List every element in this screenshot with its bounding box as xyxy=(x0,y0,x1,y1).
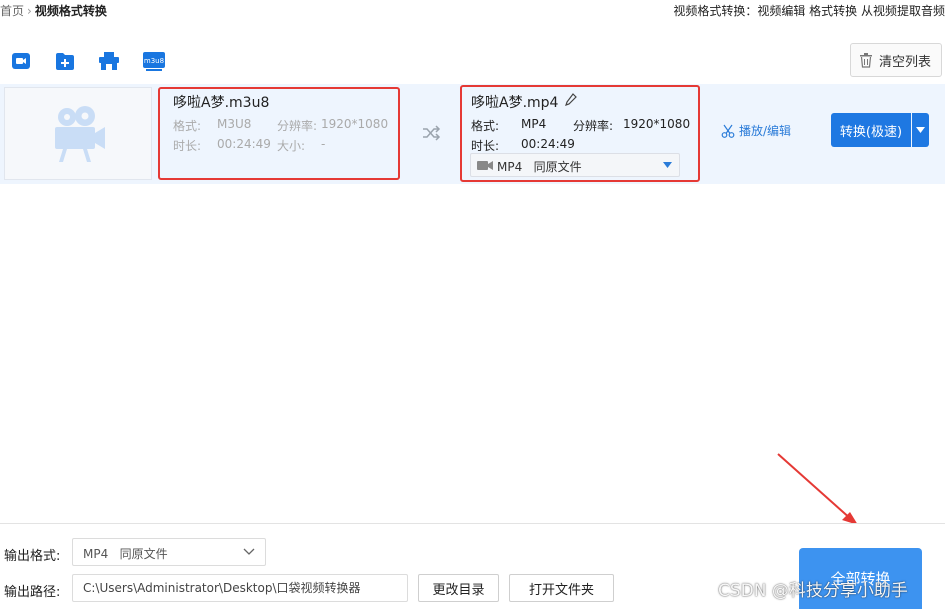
watermark: CSDN @科技分享小助手 xyxy=(718,581,908,601)
breadcrumb: 首页 › 视频格式转换 xyxy=(0,2,107,19)
output-path-label: 输出路径: xyxy=(4,585,61,600)
chevron-down-icon xyxy=(243,548,255,555)
source-resolution-label: 分辨率: xyxy=(277,119,318,133)
source-resolution-value: 1920*1080 xyxy=(321,117,389,131)
source-duration-label: 时长: xyxy=(173,139,202,153)
file-row[interactable]: 哆啦A梦.m3u8 格式: M3U8 分辨率: 1920*1080 时长: 00… xyxy=(0,84,945,184)
target-duration-label: 时长: xyxy=(471,139,500,153)
output-path-input[interactable]: C:\Users\Administrator\Desktop\口袋视频转换器 xyxy=(72,574,408,602)
video-thumbnail xyxy=(4,87,152,180)
source-size-value: - xyxy=(321,137,326,151)
source-duration-value: 00:24:49 xyxy=(217,137,271,151)
top-nav-text: 视频格式转换：视频编辑 格式转换 从视频提取音频 xyxy=(673,4,945,18)
source-format-value: M3U8 xyxy=(217,117,252,131)
source-size-label: 大小: xyxy=(277,139,306,153)
add-video-icon[interactable] xyxy=(10,50,32,72)
clear-list-label: 清空列表 xyxy=(879,54,932,70)
trash-icon xyxy=(860,52,872,68)
target-file-name[interactable]: 哆啦A梦.mp4 xyxy=(471,92,558,112)
m3u8-icon-label: m3u8 xyxy=(144,57,164,65)
output-format-value: MP4 同原文件 xyxy=(83,547,168,561)
play-edit-button[interactable]: 播放/编辑 xyxy=(721,122,791,139)
video-camera-icon xyxy=(55,106,105,162)
convert-options-button[interactable] xyxy=(912,113,929,147)
target-duration-value: 00:24:49 xyxy=(521,137,575,151)
target-resolution-value: 1920*1080 xyxy=(623,117,691,131)
output-format-label: 输出格式: xyxy=(4,549,61,564)
add-folder-icon[interactable] xyxy=(54,50,76,72)
m3u8-icon[interactable]: m3u8 xyxy=(142,50,166,72)
target-resolution-label: 分辨率: xyxy=(573,119,614,133)
target-format-select[interactable]: MP4 同原文件 xyxy=(470,153,680,177)
clear-list-button[interactable]: 清空列表 xyxy=(850,43,942,77)
chevron-down-icon xyxy=(916,126,925,133)
convert-fast-button[interactable]: 转换(极速) xyxy=(831,113,911,147)
change-directory-button[interactable]: 更改目录 xyxy=(418,574,499,602)
toolbar: m3u8 xyxy=(0,42,945,78)
breadcrumb-home[interactable]: 首页 xyxy=(0,4,24,18)
breadcrumb-current: 视频格式转换 xyxy=(34,4,107,18)
dropdown-arrow-icon xyxy=(663,162,672,168)
target-format-value: MP4 xyxy=(521,117,547,131)
shuffle-icon xyxy=(423,125,441,141)
target-format-select-value: MP4 同原文件 xyxy=(497,160,582,174)
top-bar: 首页 › 视频格式转换 视频格式转换：视频编辑 格式转换 从视频提取音频 xyxy=(0,0,945,26)
video-format-icon xyxy=(477,161,493,170)
open-folder-button[interactable]: 打开文件夹 xyxy=(509,574,614,602)
edit-pencil-icon[interactable] xyxy=(564,93,577,107)
dvd-icon[interactable] xyxy=(98,50,120,72)
source-file-name: 哆啦A梦.m3u8 xyxy=(173,95,270,111)
play-edit-label: 播放/编辑 xyxy=(739,124,792,138)
source-format-label: 格式: xyxy=(173,119,202,133)
scissors-icon xyxy=(721,124,735,138)
output-format-select[interactable]: MP4 同原文件 xyxy=(72,538,266,566)
target-format-label: 格式: xyxy=(471,119,500,133)
breadcrumb-separator-icon: › xyxy=(27,4,32,18)
